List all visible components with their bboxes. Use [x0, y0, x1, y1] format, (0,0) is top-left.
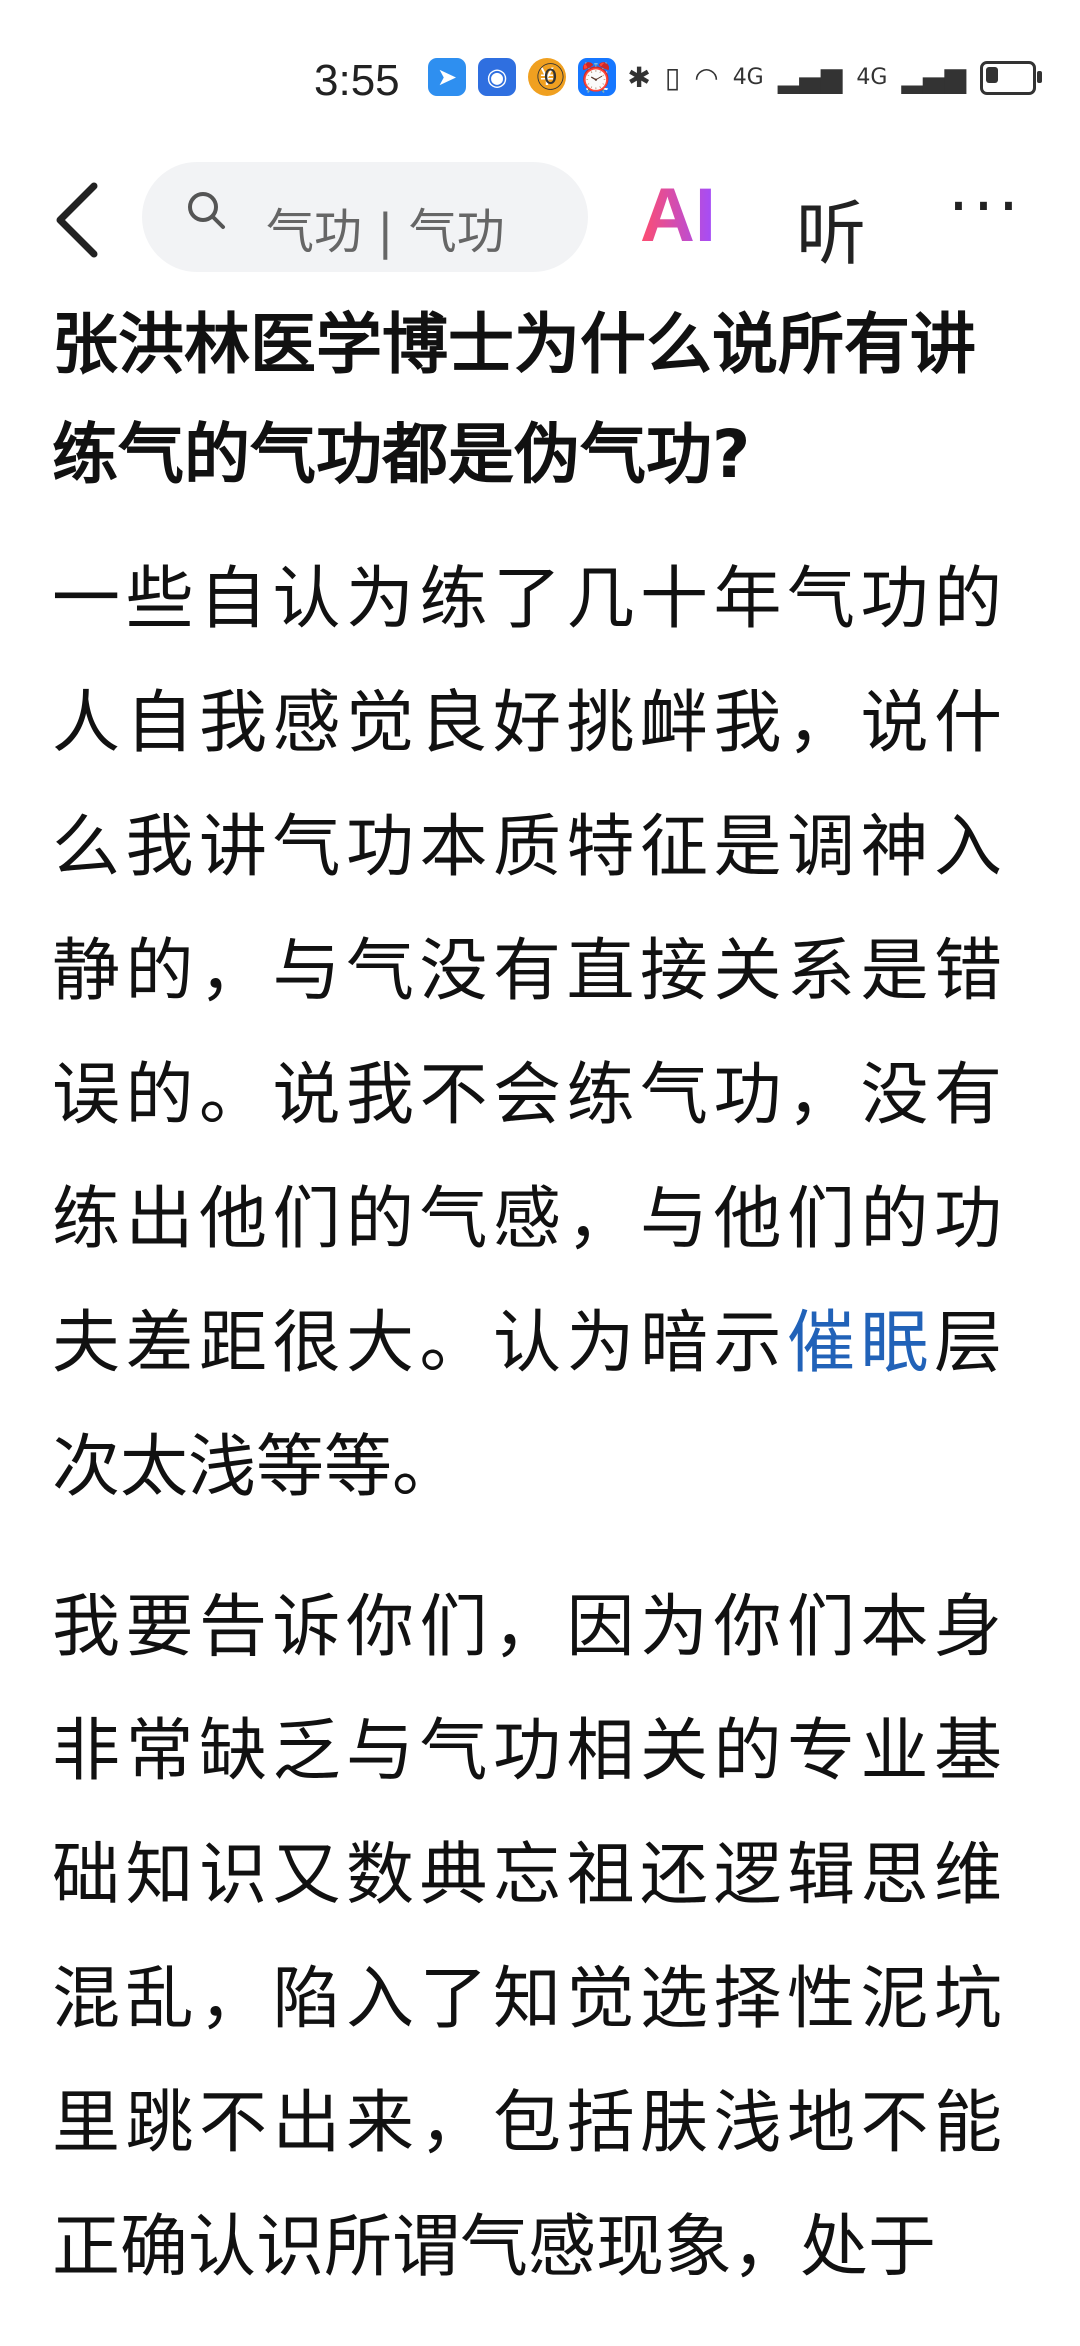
app-arrow-icon: ➤ [428, 58, 466, 96]
signal-1-icon: ▂▄▆ [777, 61, 843, 94]
article-title: 张洪林医学博士为什么说所有讲练气的气功都是伪气功? [52, 306, 976, 493]
back-button[interactable] [52, 180, 100, 273]
paragraph-2: 我要告诉你们，因为你们本身非常缺乏与气功相关的专业基础知识又数典忘祖还逻辑思维混… [52, 1588, 1002, 2287]
top-nav-bar: 气功 | 气功 AI 听 ··· [0, 150, 1080, 280]
battery-icon [980, 61, 1042, 95]
search-placeholder: 气功 | 气功 [266, 204, 505, 260]
signal-2-icon: ▂▄▆ [901, 61, 966, 94]
signal-1-label: 4G [732, 65, 764, 90]
system-icons: ⓪ ⏰ ✱ ▯ ◠ 4G ▂▄▆ 4G ▂▄▆ [536, 56, 1042, 100]
search-box[interactable]: 气功 | 气功 [142, 162, 588, 272]
wifi-icon: ◠ [694, 61, 719, 94]
app-shield-icon: ◉ [478, 58, 516, 96]
alarm-icon: ⏰ [578, 61, 614, 94]
paragraph-1-text-a: 一些自认为练了几十年气功的人自我感觉良好挑衅我，说什么我讲气功本质特征是调神入静… [52, 560, 1002, 1383]
vibrate-icon: ▯ [664, 61, 681, 94]
article-body: 张洪林医学博士为什么说所有讲练气的气功都是伪气功? 一些自认为练了几十年气功的人… [52, 290, 1002, 2346]
more-button[interactable]: ··· [948, 168, 1023, 245]
ai-button[interactable]: AI [640, 172, 716, 259]
clock: 3:55 [314, 56, 400, 105]
paragraph-1: 一些自认为练了几十年气功的人自我感觉良好挑衅我，说什么我讲气功本质特征是调神入静… [52, 538, 1002, 1530]
bluetooth-icon: ✱ [627, 61, 651, 94]
chevron-left-icon [56, 182, 98, 258]
hypnosis-link[interactable]: 催眠 [787, 1304, 934, 1383]
search-icon [188, 192, 225, 229]
listen-button[interactable]: 听 [796, 178, 866, 279]
status-bar: 3:55 ➤ ◉ ¥ 支 ⓪ ⏰ ✱ ▯ ◠ 4G ▂▄▆ 4G ▂▄▆ [0, 0, 1080, 150]
nfc-icon: ⓪ [536, 61, 565, 94]
signal-2-label: 4G [856, 65, 888, 90]
